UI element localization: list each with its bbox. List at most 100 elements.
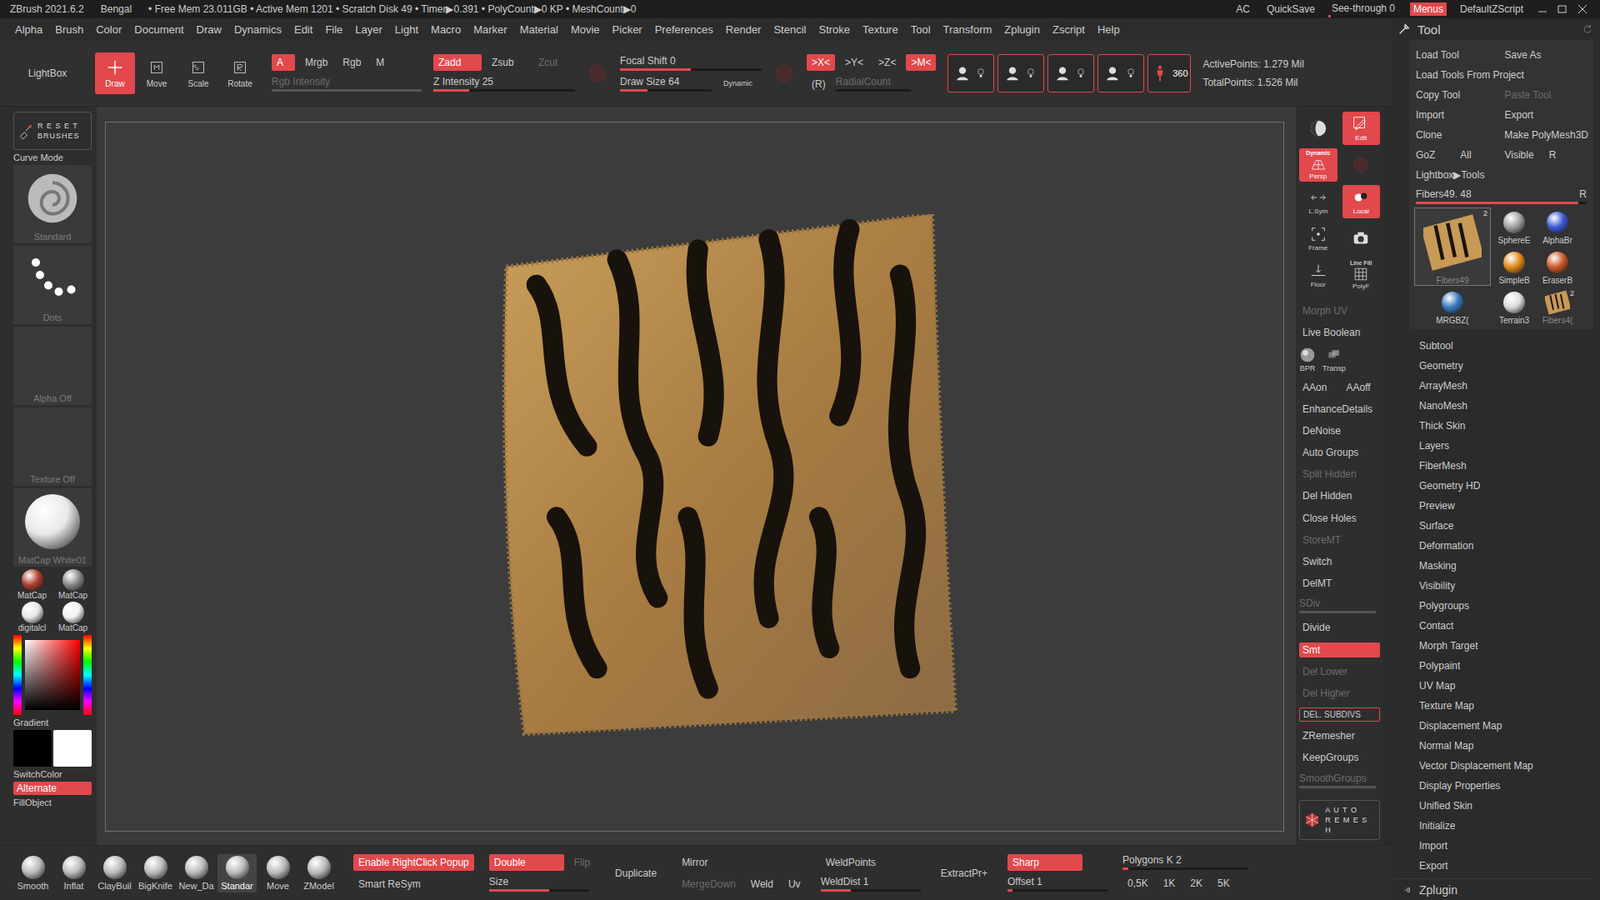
material-tile[interactable]: MatCap White01: [13, 488, 92, 567]
tool-section[interactable]: UV Map: [1419, 675, 1594, 696]
menu-item[interactable]: Macro: [430, 23, 461, 36]
option-button[interactable]: Duplicate: [610, 865, 662, 882]
color-toggle[interactable]: A: [271, 54, 295, 71]
symmetry-toggle[interactable]: >X<: [806, 54, 835, 71]
menu-item[interactable]: Preferences: [655, 23, 714, 36]
menu-item[interactable]: Material: [520, 23, 559, 36]
material-item[interactable]: digitalcl: [13, 601, 51, 633]
tool-button[interactable]: All: [1458, 149, 1500, 161]
shelf-button[interactable]: KeepGroups: [1299, 750, 1380, 765]
shelf-button[interactable]: Del Higher: [1299, 685, 1380, 701]
tool-section[interactable]: Import: [1419, 835, 1594, 856]
view-tile[interactable]: Local: [1342, 185, 1381, 219]
material-item[interactable]: MatCap: [54, 569, 92, 600]
curve-mode-label[interactable]: Curve Mode: [13, 152, 92, 163]
tool-button[interactable]: Load Tool: [1414, 49, 1500, 61]
shelf-button[interactable]: Close Holes: [1299, 510, 1380, 526]
symmetry-toggle[interactable]: >Y<: [840, 54, 869, 71]
option-button[interactable]: Smart ReSym: [353, 875, 426, 893]
option-slider[interactable]: Offset 1: [1007, 875, 1108, 892]
shelf-button[interactable]: StoreMT: [1299, 532, 1380, 548]
menu-item[interactable]: Zplugin: [1004, 23, 1040, 36]
menu-item[interactable]: File: [325, 23, 343, 36]
tool-button[interactable]: Make PolyMesh3D: [1502, 129, 1589, 141]
mode-button[interactable]: Scale: [178, 52, 219, 95]
close-icon[interactable]: [1576, 4, 1589, 15]
tool-section[interactable]: Morph Target: [1419, 635, 1594, 656]
option-button[interactable]: Mirror: [676, 854, 713, 871]
tool-thumbnail[interactable]: SphereE: [1494, 207, 1535, 246]
tool-section[interactable]: Display Properties: [1419, 775, 1594, 796]
rgb-intensity-slider[interactable]: Rgb Intensity: [271, 75, 422, 92]
mode-button[interactable]: Draw: [95, 52, 135, 95]
option-slider-track[interactable]: [820, 889, 921, 892]
radial-count-slider[interactable]: RadialCount: [835, 75, 911, 92]
light-button[interactable]: [1097, 54, 1145, 93]
hue-bar[interactable]: [13, 635, 22, 715]
menu-item[interactable]: Tool: [910, 23, 931, 36]
menu-item[interactable]: Transform: [943, 23, 993, 36]
mode-button[interactable]: Move: [136, 52, 177, 95]
menu-item[interactable]: Alpha: [15, 23, 43, 36]
tool-thumbnail[interactable]: SimpleB: [1494, 247, 1535, 286]
tool-button[interactable]: GoZ: [1414, 149, 1455, 161]
tool-section[interactable]: Masking: [1419, 555, 1594, 576]
z-intensity-slider[interactable]: Z Intensity 25: [433, 75, 575, 92]
menu-item[interactable]: Dynamics: [234, 23, 282, 36]
tool-section[interactable]: Thick Skin: [1419, 415, 1594, 436]
option-button[interactable]: ExtractPr+: [935, 865, 993, 882]
shelf-slider-track[interactable]: [1299, 785, 1376, 789]
shelf-button[interactable]: Divide: [1299, 620, 1380, 635]
menu-item[interactable]: Picker: [612, 23, 643, 36]
option-button[interactable]: Uv: [783, 875, 806, 893]
shelf-button[interactable]: DelMT: [1299, 575, 1380, 591]
primary-swatch[interactable]: [13, 730, 52, 767]
option-button[interactable]: 5K: [1212, 875, 1235, 892]
tool-section[interactable]: Normal Map: [1419, 735, 1594, 756]
option-slider[interactable]: Polygons K 2: [1122, 854, 1248, 870]
tool-thumbnail[interactable]: 2Fibers4(: [1537, 287, 1578, 326]
tool-button[interactable]: Lightbox▶Tools: [1414, 169, 1589, 181]
tool-section[interactable]: Contact: [1419, 615, 1594, 636]
tool-button[interactable]: Visible: [1503, 149, 1545, 161]
tool-button[interactable]: Import: [1414, 109, 1500, 121]
tool-button[interactable]: Load Tools From Project: [1414, 69, 1589, 81]
symmetry-toggle[interactable]: >M<: [905, 54, 936, 71]
shelf-button[interactable]: DEL. SUBDIVS: [1299, 707, 1380, 722]
view-tile[interactable]: Floor: [1299, 258, 1338, 292]
menu-item[interactable]: Texture: [862, 23, 899, 36]
option-button[interactable]: Weld: [745, 875, 779, 893]
color-picker[interactable]: [13, 635, 92, 715]
gradient-label[interactable]: Gradient: [13, 717, 92, 728]
shelf-button[interactable]: AAoff: [1343, 380, 1381, 395]
view-tile[interactable]: [1342, 148, 1381, 182]
tool-button[interactable]: Paste Tool: [1503, 89, 1590, 101]
option-button[interactable]: 2K: [1185, 875, 1208, 892]
tool-thumbnail[interactable]: MRGBZ(: [1414, 287, 1491, 326]
see-through-slider[interactable]: See-through 0: [1328, 1, 1400, 18]
menu-item[interactable]: Document: [134, 23, 184, 36]
brush-item[interactable]: Inflat: [54, 854, 94, 893]
shelf-button[interactable]: Del Lower: [1299, 664, 1380, 680]
tool-section[interactable]: Preview: [1419, 495, 1594, 516]
tool-section[interactable]: NanoMesh: [1419, 395, 1594, 416]
title-bar-item[interactable]: DefaultZScript: [1456, 2, 1527, 16]
tool-section[interactable]: Vector Displacement Map: [1419, 755, 1594, 776]
menu-item[interactable]: Edit: [294, 23, 313, 36]
alternate-toggle[interactable]: Alternate: [13, 781, 92, 795]
menu-item[interactable]: Zscript: [1052, 23, 1085, 36]
fill-object-button[interactable]: FillObject: [13, 797, 92, 808]
view-tile[interactable]: Line FillPolyF: [1342, 258, 1381, 292]
view-tile[interactable]: [1299, 111, 1338, 145]
auto-remesh-button[interactable]: A U T OR E M E S H: [1299, 800, 1380, 840]
shelf-button[interactable]: DeNoise: [1299, 423, 1380, 439]
menu-item[interactable]: Color: [95, 23, 122, 36]
option-button[interactable]: 0,5K: [1122, 875, 1154, 892]
switch-color-button[interactable]: SwitchColor: [13, 769, 92, 780]
z-toggle[interactable]: Zadd: [433, 54, 482, 71]
shelf-slider[interactable]: SDiv: [1299, 597, 1376, 614]
tool-section[interactable]: Visibility: [1419, 575, 1594, 596]
render-button[interactable]: BPR: [1299, 346, 1316, 373]
brush-item[interactable]: Move: [258, 854, 298, 893]
brush-item[interactable]: Standar: [217, 854, 257, 893]
